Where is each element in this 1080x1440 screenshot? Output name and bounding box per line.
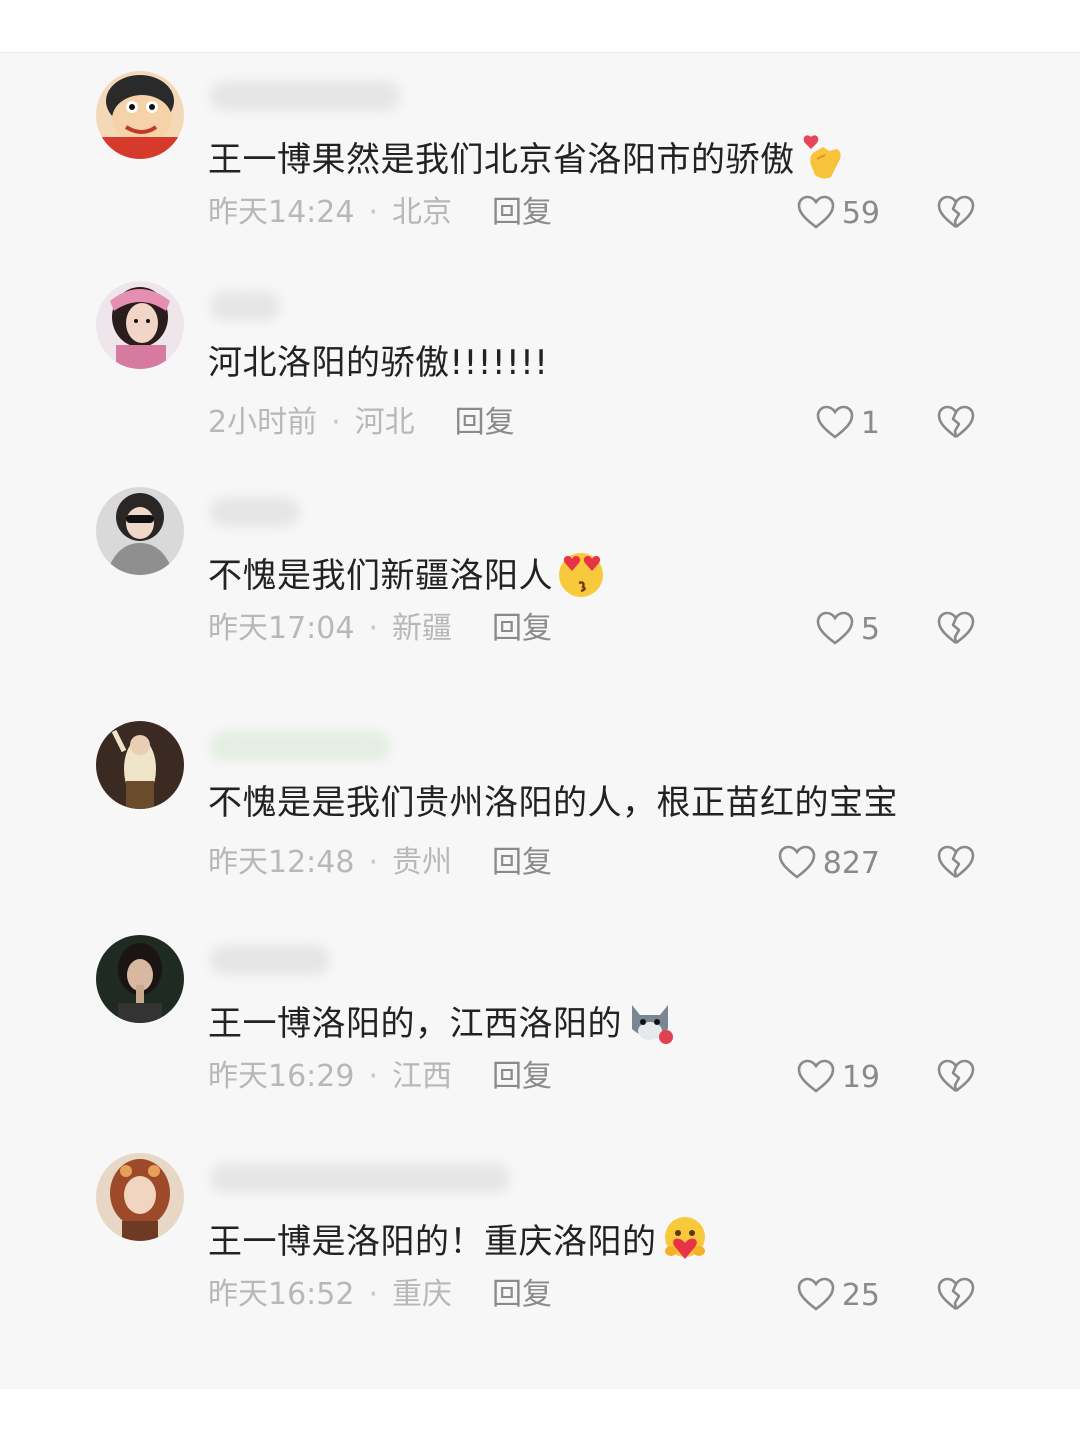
comment-meta: 昨天12:48 · 贵州 回复 <box>208 845 553 880</box>
like-button[interactable]: 59 <box>796 191 880 235</box>
like-button[interactable]: 827 <box>777 841 880 885</box>
username-blurred[interactable] <box>210 945 330 975</box>
comment-time: 昨天12:48 <box>208 845 355 880</box>
like-count: 25 <box>841 1277 880 1313</box>
comment-meta: 2小时前 · 河北 回复 <box>208 405 515 440</box>
comment-time: 昨天17:04 <box>208 611 355 646</box>
kissing-heart-eyes-icon <box>555 547 607 599</box>
reply-button[interactable]: 回复 <box>492 1277 552 1312</box>
like-count: 59 <box>841 195 880 231</box>
avatar[interactable] <box>96 281 184 369</box>
hugging-heart-icon <box>659 1213 711 1265</box>
dislike-button[interactable] <box>936 1057 976 1097</box>
username-blurred[interactable] <box>210 1163 510 1193</box>
heart-outline-icon <box>797 195 835 229</box>
reply-button[interactable]: 回复 <box>492 611 552 646</box>
comment-list: 王一博果然是我们北京省洛阳市的骄傲 昨天14:24 · 北京 回复 59 河北洛… <box>0 52 1080 1389</box>
comment-text: 王一博是洛阳的！重庆洛阳的 <box>208 1213 711 1265</box>
comment-text: 不愧是我们新疆洛阳人 <box>208 547 607 599</box>
broken-heart-icon <box>937 1059 975 1093</box>
heart-outline-icon <box>778 845 816 879</box>
comment-location: 贵州 <box>392 845 453 880</box>
broken-heart-icon <box>937 1277 975 1311</box>
dislike-button[interactable] <box>936 1275 976 1315</box>
like-count: 1 <box>860 405 880 441</box>
comment-meta: 昨天16:29 · 江西 回复 <box>208 1059 553 1094</box>
like-button[interactable]: 19 <box>796 1055 880 1099</box>
avatar[interactable] <box>96 487 184 575</box>
comment-location: 重庆 <box>392 1277 453 1312</box>
comment-location: 江西 <box>392 1059 453 1094</box>
comment-text: 王一博果然是我们北京省洛阳市的骄傲 <box>208 131 849 183</box>
comment-location: 北京 <box>392 195 453 230</box>
like-count: 5 <box>860 611 880 647</box>
dislike-button[interactable] <box>936 193 976 233</box>
comment-text: 不愧是是我们贵州洛阳的人，根正苗红的宝宝 <box>208 783 898 823</box>
dislike-button[interactable] <box>936 403 976 443</box>
username-blurred[interactable] <box>210 81 400 111</box>
comment-time: 昨天14:24 <box>208 195 355 230</box>
avatar[interactable] <box>96 721 184 809</box>
username-blurred[interactable] <box>210 497 300 527</box>
comment-text: 河北洛阳的骄傲!!!!!!! <box>208 343 549 383</box>
broken-heart-icon <box>937 611 975 645</box>
finger-heart-icon <box>797 131 849 183</box>
broken-heart-icon <box>937 845 975 879</box>
comment-time: 昨天16:29 <box>208 1059 355 1094</box>
like-count: 19 <box>841 1059 880 1095</box>
comment-location: 新疆 <box>392 611 453 646</box>
broken-heart-icon <box>937 195 975 229</box>
dislike-button[interactable] <box>936 609 976 649</box>
avatar[interactable] <box>96 935 184 1023</box>
comment-meta: 昨天14:24 · 北京 回复 <box>208 195 553 230</box>
heart-outline-icon <box>797 1059 835 1093</box>
like-count: 827 <box>822 845 880 881</box>
like-button[interactable]: 1 <box>815 401 880 445</box>
like-button[interactable]: 25 <box>796 1273 880 1317</box>
comment-meta: 昨天17:04 · 新疆 回复 <box>208 611 553 646</box>
comment-time: 昨天16:52 <box>208 1277 355 1312</box>
comment-text: 王一博洛阳的，江西洛阳的 <box>208 995 676 1047</box>
username-blurred[interactable] <box>210 291 280 321</box>
comment-meta: 昨天16:52 · 重庆 回复 <box>208 1277 553 1312</box>
heart-outline-icon <box>797 1277 835 1311</box>
dislike-button[interactable] <box>936 843 976 883</box>
username-blurred[interactable] <box>210 731 390 761</box>
reply-button[interactable]: 回复 <box>492 1059 552 1094</box>
broken-heart-icon <box>937 405 975 439</box>
comment-location: 河北 <box>354 405 415 440</box>
avatar[interactable] <box>96 1153 184 1241</box>
heart-outline-icon <box>816 405 854 439</box>
reply-button[interactable]: 回复 <box>492 845 552 880</box>
dog-rose-icon <box>624 995 676 1047</box>
like-button[interactable]: 5 <box>815 607 880 651</box>
comment-time: 2小时前 <box>208 405 318 440</box>
avatar[interactable] <box>96 71 184 159</box>
reply-button[interactable]: 回复 <box>492 195 552 230</box>
heart-outline-icon <box>816 611 854 645</box>
reply-button[interactable]: 回复 <box>455 405 515 440</box>
